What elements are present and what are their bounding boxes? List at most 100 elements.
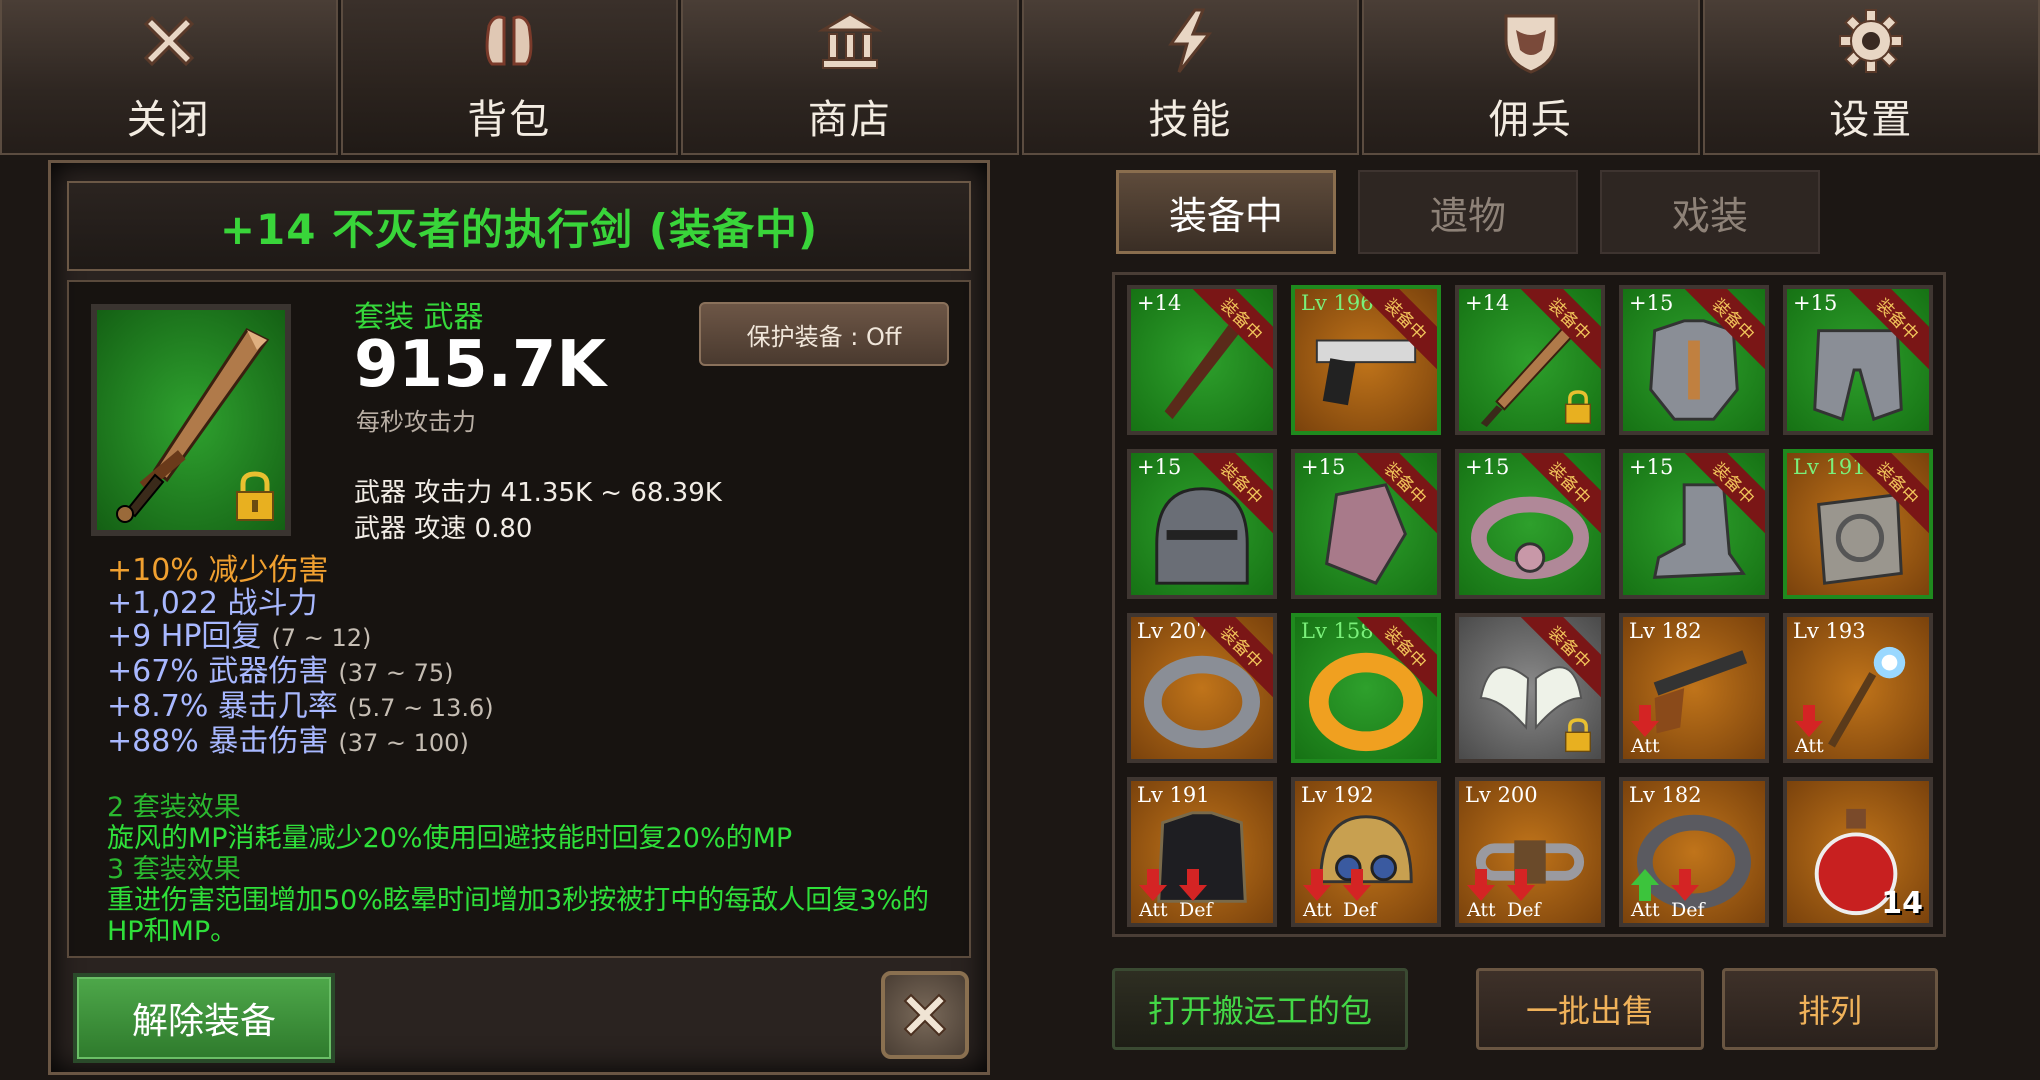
item-dps-value: 915.7K [354, 328, 607, 402]
attack-compare-label: Att [1467, 899, 1496, 921]
defense-compare-label: Def [1343, 899, 1377, 921]
inventory-slot[interactable]: Lv 191 装备中 [1783, 449, 1933, 599]
close-detail-button[interactable] [881, 971, 969, 1059]
inventory-slot[interactable]: Lv 191 Att Def [1127, 777, 1277, 927]
arrow-down-icon [1303, 869, 1331, 901]
defense-compare-label: Def [1179, 899, 1213, 921]
gear-icon [1839, 9, 1904, 73]
nav-settings-button[interactable]: 设置 [1702, 0, 2040, 155]
arrow-down-icon [1343, 869, 1371, 901]
inventory-slot[interactable]: Lv 182 Att [1619, 613, 1769, 763]
arrow-down-icon [1507, 869, 1535, 901]
nav-settings-label: 设置 [1829, 97, 1914, 143]
close-x-icon [903, 993, 947, 1037]
inventory-slot[interactable]: +15 装备中 [1783, 285, 1933, 435]
slot-level: +15 [1629, 455, 1674, 479]
stat-line: +1,022 战斗力 [107, 586, 318, 621]
inventory-grid: +14 装备中 Lv 196 装备中 +14 装备中 +15 装备中 +15 装备中 +15 装备中 +… [1112, 272, 1946, 937]
arrow-down-icon [1671, 869, 1699, 901]
tab-relics[interactable]: 遗物 [1358, 170, 1578, 254]
nav-skill-button[interactable]: 技能 [1021, 0, 1359, 155]
sort-button[interactable]: 排列 [1722, 968, 1938, 1050]
inventory-slot[interactable]: +14 装备中 [1455, 285, 1605, 435]
nav-close-button[interactable]: 关闭 [0, 0, 338, 155]
nav-skill-label: 技能 [1148, 97, 1233, 143]
nav-close-label: 关闭 [126, 97, 211, 143]
slot-level: Lv 192 [1301, 783, 1374, 807]
lock-icon [1565, 718, 1591, 753]
inventory-slot[interactable]: 14 [1783, 777, 1933, 927]
nav-shop-button[interactable]: 商店 [681, 0, 1019, 155]
inventory-slot[interactable]: +14 装备中 [1127, 285, 1277, 435]
inventory-slot[interactable]: Lv 207 装备中 [1127, 613, 1277, 763]
tab-costume[interactable]: 戏装 [1600, 170, 1820, 254]
inventory-slot[interactable]: Lv 200 Att Def [1455, 777, 1605, 927]
nav-mercenary-button[interactable]: 佣兵 [1362, 0, 1700, 155]
inventory-slot[interactable]: 装备中 [1455, 613, 1605, 763]
inventory-slot[interactable]: +15 装备中 [1619, 285, 1769, 435]
arrow-down-icon [1795, 705, 1823, 737]
item-dps-label: 每秒攻击力 [356, 408, 476, 436]
stat-line: +67% 武器伤害 (37 ~ 75) [107, 654, 454, 689]
slot-level: +14 [1137, 291, 1182, 315]
defense-compare-label: Def [1671, 899, 1705, 921]
slot-level: +15 [1301, 455, 1346, 479]
set2-text: 旋风的MP消耗量减少20%使用回避技能时回复20%的MP [107, 823, 793, 854]
close-x-icon [143, 15, 194, 67]
bulk-sell-button[interactable]: 一批出售 [1476, 968, 1704, 1050]
stack-count: 14 [1881, 886, 1923, 921]
nav-backpack-button[interactable]: 背包 [340, 0, 678, 155]
stat-line: +9 HP回复 (7 ~ 12) [107, 619, 372, 654]
slot-level: +15 [1793, 291, 1838, 315]
inventory-tabs: 装备中 遗物 戏装 [1116, 170, 1842, 254]
unequip-button[interactable]: 解除装备 [73, 973, 335, 1063]
tab-equipped[interactable]: 装备中 [1116, 170, 1336, 254]
set3-header: 3 套装效果 [107, 854, 241, 885]
slot-level: Lv 191 [1137, 783, 1210, 807]
stat-line: +10% 减少伤害 [107, 553, 329, 588]
nav-mercenary-label: 佣兵 [1488, 97, 1573, 143]
top-nav: 关闭 背包 商店 技能 佣兵 设置 [0, 0, 2040, 155]
weapon-speed-stat: 武器 攻速 0.80 [354, 514, 533, 544]
attack-compare-label: Att [1631, 735, 1660, 757]
inventory-slot[interactable]: Lv 193 Att [1783, 613, 1933, 763]
arrow-down-icon [1139, 869, 1167, 901]
slot-level: Lv 193 [1793, 619, 1866, 643]
item-title: +14 不灭者的执行剑 (装备中) [219, 204, 819, 254]
lock-icon [1565, 390, 1591, 425]
inventory-slot[interactable]: +15 装备中 [1455, 449, 1605, 599]
inventory-slot[interactable]: +15 装备中 [1127, 449, 1277, 599]
arrow-down-icon [1631, 705, 1659, 737]
slot-level: +15 [1629, 291, 1674, 315]
inventory-slot[interactable]: Lv 158 装备中 [1291, 613, 1441, 763]
open-porter-bag-button[interactable]: 打开搬运工的包 [1112, 968, 1408, 1050]
stat-line: +88% 暴击伤害 (37 ~ 100) [107, 724, 469, 759]
attack-compare-label: Att [1795, 735, 1824, 757]
arrow-down-icon [1467, 869, 1495, 901]
item-detail-panel: +14 不灭者的执行剑 (装备中) 套装 武器 915.7K 每秒攻击力 保护装… [48, 160, 990, 1075]
arrow-down-icon [1179, 869, 1207, 901]
shield-mercenary-icon [1504, 14, 1558, 74]
inventory-slot[interactable]: Lv 196 装备中 [1291, 285, 1441, 435]
slot-level: +15 [1137, 455, 1182, 479]
inventory-slot[interactable]: +15 装备中 [1619, 449, 1769, 599]
defense-compare-label: Def [1507, 899, 1541, 921]
attack-compare-label: Att [1303, 899, 1332, 921]
item-title-bar: +14 不灭者的执行剑 (装备中) [67, 181, 971, 271]
inventory-slot[interactable]: Lv 182 Att Def [1619, 777, 1769, 927]
item-info-box[interactable]: 套装 武器 915.7K 每秒攻击力 保护装备 : Off 武器 攻击力 41.… [67, 280, 971, 958]
item-large-icon [91, 304, 291, 536]
inventory-slot[interactable]: Lv 192 Att Def [1291, 777, 1441, 927]
slot-level: Lv 182 [1629, 619, 1702, 643]
set2-header: 2 套装效果 [107, 792, 241, 823]
protect-equipment-toggle[interactable]: 保护装备 : Off [699, 302, 949, 366]
set-effects: 2 套装效果 旋风的MP消耗量减少20%使用回避技能时回复20%的MP 3 套装… [107, 792, 957, 947]
inventory-slot[interactable]: +15 装备中 [1291, 449, 1441, 599]
arrow-up-icon [1631, 869, 1659, 901]
item-stats-list: +10% 减少伤害 +1,022 战斗力 +9 HP回复 (7 ~ 12) +67… [107, 554, 494, 760]
attack-compare-label: Att [1139, 899, 1168, 921]
backpack-icon [485, 15, 533, 66]
lock-icon [236, 471, 274, 521]
slot-level: +14 [1465, 291, 1510, 315]
slot-level: Lv 182 [1629, 783, 1702, 807]
